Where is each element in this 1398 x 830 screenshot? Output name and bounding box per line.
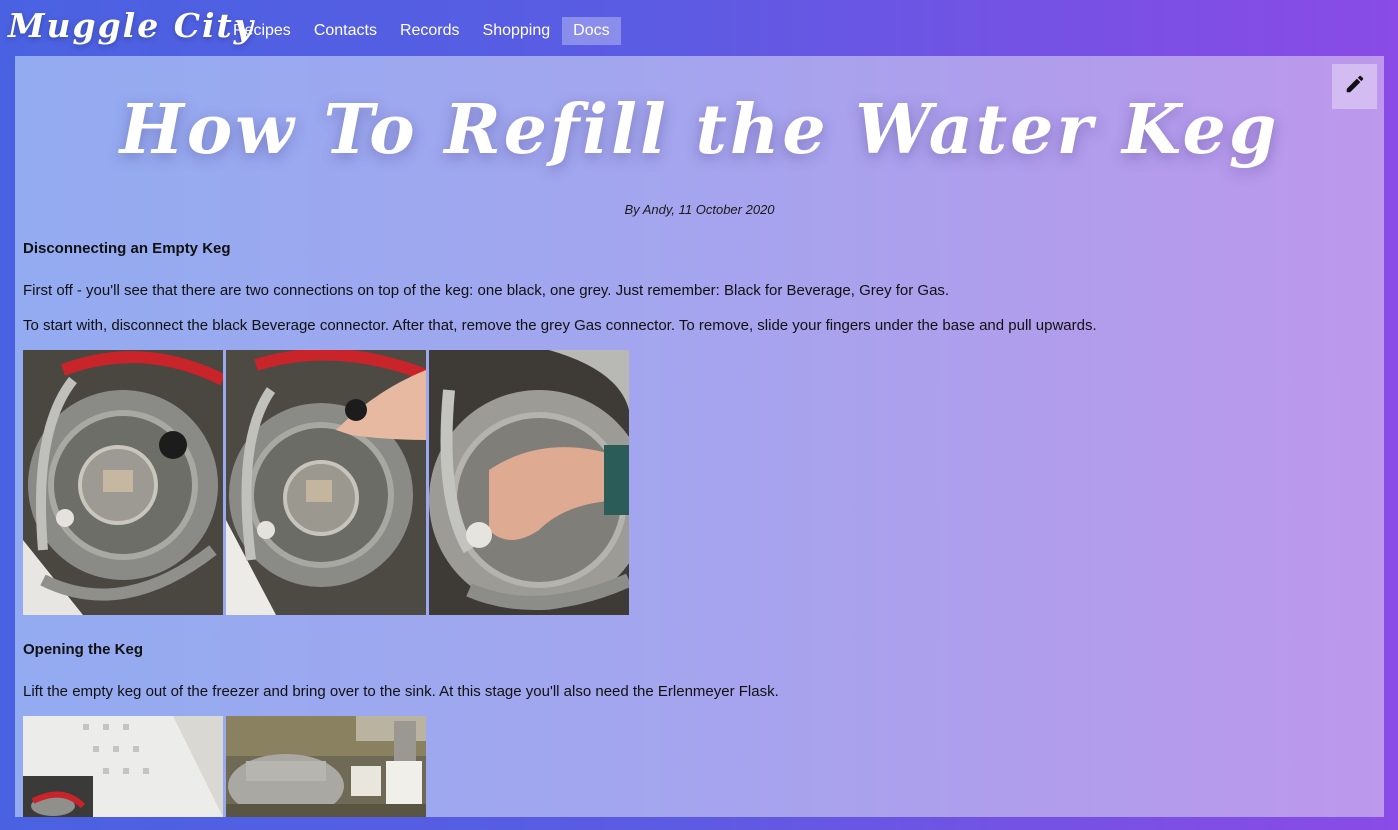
top-navbar: Muggle City Recipes Contacts Records Sho… [0, 0, 1398, 56]
keg-photo-2[interactable] [226, 350, 426, 615]
doc-byline: By Andy, 11 October 2020 [624, 202, 775, 217]
nav-item-shopping[interactable]: Shopping [472, 17, 562, 45]
keg-photo-5[interactable] [226, 716, 426, 817]
keg-photo-1[interactable] [23, 350, 223, 615]
main-nav: Recipes Contacts Records Shopping Docs [222, 17, 622, 45]
nav-item-docs[interactable]: Docs [562, 17, 621, 45]
section-heading-opening: Opening the Keg [23, 641, 143, 658]
paragraph-lift-keg: Lift the empty keg out of the freezer an… [23, 683, 779, 700]
section-heading-disconnecting: Disconnecting an Empty Keg [23, 240, 231, 257]
paragraph-disconnect: To start with, disconnect the black Beve… [23, 317, 1097, 334]
nav-item-contacts[interactable]: Contacts [303, 17, 388, 45]
paragraph-connections: First off - you'll see that there are tw… [23, 282, 950, 299]
keg-photo-4[interactable] [23, 716, 223, 817]
document-panel: How To Refill the Water Keg By Andy, 11 … [15, 56, 1384, 817]
nav-item-records[interactable]: Records [389, 17, 471, 45]
site-brand[interactable]: Muggle City [8, 6, 255, 45]
nav-item-recipes[interactable]: Recipes [222, 17, 302, 45]
doc-title: How To Refill the Water Keg [119, 90, 1280, 170]
keg-photo-3[interactable] [429, 350, 629, 615]
